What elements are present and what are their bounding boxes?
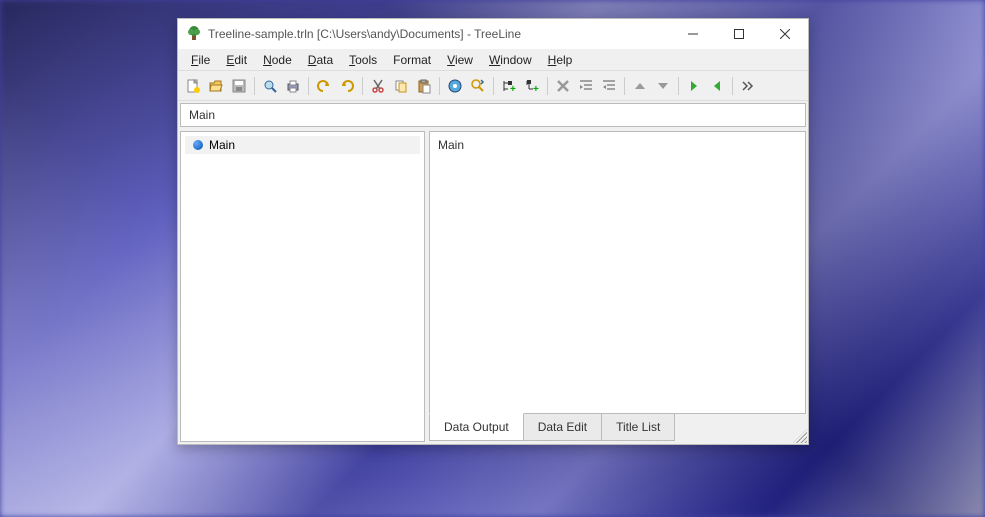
- toolbar-separator: [439, 77, 440, 95]
- window-controls: [670, 19, 808, 49]
- print-icon: [285, 78, 301, 94]
- tree-pane[interactable]: Main: [180, 131, 425, 442]
- toolbar-separator: [624, 77, 625, 95]
- toolbar-separator: [547, 77, 548, 95]
- config-fields-button[interactable]: [467, 75, 489, 97]
- move-up-button[interactable]: [629, 75, 651, 97]
- toolbar-separator: [308, 77, 309, 95]
- add-child-icon: +: [524, 78, 540, 94]
- undo-button[interactable]: [313, 75, 335, 97]
- menu-tools[interactable]: Tools: [342, 51, 384, 69]
- paste-button[interactable]: [413, 75, 435, 97]
- toolbar-separator: [254, 77, 255, 95]
- close-icon: [780, 29, 790, 39]
- tree-root-item[interactable]: Main: [185, 136, 420, 154]
- toolbar-overflow-button[interactable]: [737, 75, 759, 97]
- move-down-button[interactable]: [652, 75, 674, 97]
- tabbar: Data Output Data Edit Title List: [429, 414, 806, 442]
- output-heading: Main: [438, 138, 797, 152]
- menu-edit[interactable]: Edit: [219, 51, 254, 69]
- content-area: Main Main Data Output Data Edit Title Li…: [178, 129, 808, 444]
- menu-window[interactable]: Window: [482, 51, 539, 69]
- toolbar-separator: [493, 77, 494, 95]
- cut-icon: [370, 78, 386, 94]
- menu-view[interactable]: View: [440, 51, 480, 69]
- open-file-icon: [208, 78, 224, 94]
- print-preview-icon: [262, 78, 278, 94]
- minimize-icon: [688, 29, 698, 39]
- cut-button[interactable]: [367, 75, 389, 97]
- titlebar[interactable]: Treeline-sample.trln [C:\Users\andy\Docu…: [178, 19, 808, 49]
- toolbar-separator: [732, 77, 733, 95]
- minimize-button[interactable]: [670, 19, 716, 49]
- next-node-button[interactable]: [706, 75, 728, 97]
- undo-icon: [316, 78, 332, 94]
- config-fields-icon: [470, 78, 486, 94]
- paste-icon: [416, 78, 432, 94]
- tab-data-output[interactable]: Data Output: [429, 413, 524, 441]
- save-file-button[interactable]: [228, 75, 250, 97]
- toolbar-separator: [362, 77, 363, 95]
- move-up-icon: [632, 78, 648, 94]
- redo-button[interactable]: [336, 75, 358, 97]
- menu-data[interactable]: Data: [301, 51, 340, 69]
- toolbar: + +: [178, 71, 808, 101]
- unindent-node-icon: [601, 78, 617, 94]
- svg-text:+: +: [533, 84, 539, 94]
- new-file-icon: [185, 78, 201, 94]
- chevron-right-double-icon: [740, 78, 756, 94]
- add-sibling-button[interactable]: +: [498, 75, 520, 97]
- indent-node-button[interactable]: [575, 75, 597, 97]
- print-preview-button[interactable]: [259, 75, 281, 97]
- delete-node-icon: [555, 78, 571, 94]
- indent-node-icon: [578, 78, 594, 94]
- tree-item-label: Main: [209, 138, 235, 152]
- delete-node-button[interactable]: [552, 75, 574, 97]
- new-file-button[interactable]: [182, 75, 204, 97]
- tab-data-edit[interactable]: Data Edit: [523, 414, 602, 441]
- maximize-icon: [734, 29, 744, 39]
- svg-text:+: +: [510, 84, 516, 94]
- move-down-icon: [655, 78, 671, 94]
- menubar: File Edit Node Data Tools Format View Wi…: [178, 49, 808, 71]
- app-icon: [186, 26, 202, 42]
- close-button[interactable]: [762, 19, 808, 49]
- menu-node[interactable]: Node: [256, 51, 299, 69]
- node-bullet-icon: [193, 140, 203, 150]
- prev-node-icon: [686, 78, 702, 94]
- add-sibling-icon: +: [501, 78, 517, 94]
- output-view[interactable]: Main: [429, 131, 806, 414]
- app-window: Treeline-sample.trln [C:\Users\andy\Docu…: [177, 18, 809, 445]
- menu-format[interactable]: Format: [386, 51, 438, 69]
- prev-node-button[interactable]: [683, 75, 705, 97]
- open-file-button[interactable]: [205, 75, 227, 97]
- copy-button[interactable]: [390, 75, 412, 97]
- right-pane: Main Data Output Data Edit Title List: [429, 131, 806, 442]
- redo-icon: [339, 78, 355, 94]
- menu-help[interactable]: Help: [541, 51, 580, 69]
- copy-icon: [393, 78, 409, 94]
- unindent-node-button[interactable]: [598, 75, 620, 97]
- breadcrumb[interactable]: Main: [180, 103, 806, 127]
- save-file-icon: [231, 78, 247, 94]
- add-child-button[interactable]: +: [521, 75, 543, 97]
- toolbar-separator: [678, 77, 679, 95]
- maximize-button[interactable]: [716, 19, 762, 49]
- next-node-icon: [709, 78, 725, 94]
- config-types-button[interactable]: [444, 75, 466, 97]
- window-title: Treeline-sample.trln [C:\Users\andy\Docu…: [208, 27, 670, 41]
- print-button[interactable]: [282, 75, 304, 97]
- tab-title-list[interactable]: Title List: [601, 414, 675, 441]
- menu-file[interactable]: File: [184, 51, 217, 69]
- config-types-icon: [447, 78, 463, 94]
